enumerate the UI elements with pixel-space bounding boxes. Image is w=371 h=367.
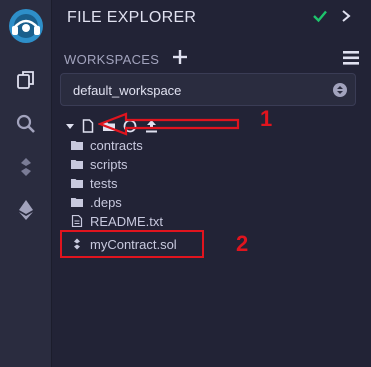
tree-item-scripts[interactable]: scripts xyxy=(71,155,128,173)
folder-icon xyxy=(71,198,83,207)
annotation-arrow xyxy=(98,112,240,136)
file-explorer-panel: FILE EXPLORER WORKSPACES default_workspa… xyxy=(53,0,371,367)
workspaces-label: WORKSPACES xyxy=(64,52,160,67)
caret-down-icon[interactable] xyxy=(65,119,78,133)
tree-item-label: README.txt xyxy=(90,213,163,229)
tree-item-tests[interactable]: tests xyxy=(71,174,117,192)
tree-item-deps[interactable]: .deps xyxy=(71,193,122,211)
deploy-run-icon[interactable] xyxy=(14,198,38,222)
select-arrows-icon xyxy=(333,83,347,97)
check-icon xyxy=(311,7,329,25)
annotation-label-1: 1 xyxy=(260,106,273,131)
chevron-right-icon[interactable] xyxy=(340,9,352,23)
remix-logo[interactable] xyxy=(6,6,46,46)
tree-item-label: contracts xyxy=(90,137,143,153)
tree-item-label: .deps xyxy=(90,194,122,210)
tree-item-label: tests xyxy=(90,175,118,191)
hamburger-menu-icon[interactable] xyxy=(343,51,359,65)
folder-icon xyxy=(71,160,83,169)
panel-title: FILE EXPLORER xyxy=(67,9,197,26)
workspace-select-value: default_workspace xyxy=(73,83,182,98)
search-icon[interactable] xyxy=(14,112,38,136)
tree-item-readme[interactable]: README.txt xyxy=(71,212,163,230)
files-icon[interactable] xyxy=(14,68,38,92)
new-file-icon[interactable] xyxy=(82,119,95,133)
solidity-compiler-icon[interactable] xyxy=(14,155,38,179)
tree-item-label: scripts xyxy=(90,156,128,172)
activity-bar xyxy=(0,0,52,367)
folder-icon xyxy=(71,179,83,188)
annotation-highlight-box xyxy=(60,230,204,258)
file-icon xyxy=(71,215,83,227)
annotation-label-2: 2 xyxy=(236,231,249,256)
workspace-select[interactable]: default_workspace xyxy=(60,73,356,106)
add-workspace-icon[interactable] xyxy=(171,48,189,66)
folder-icon xyxy=(71,141,83,150)
tree-item-contracts[interactable]: contracts xyxy=(71,136,143,154)
